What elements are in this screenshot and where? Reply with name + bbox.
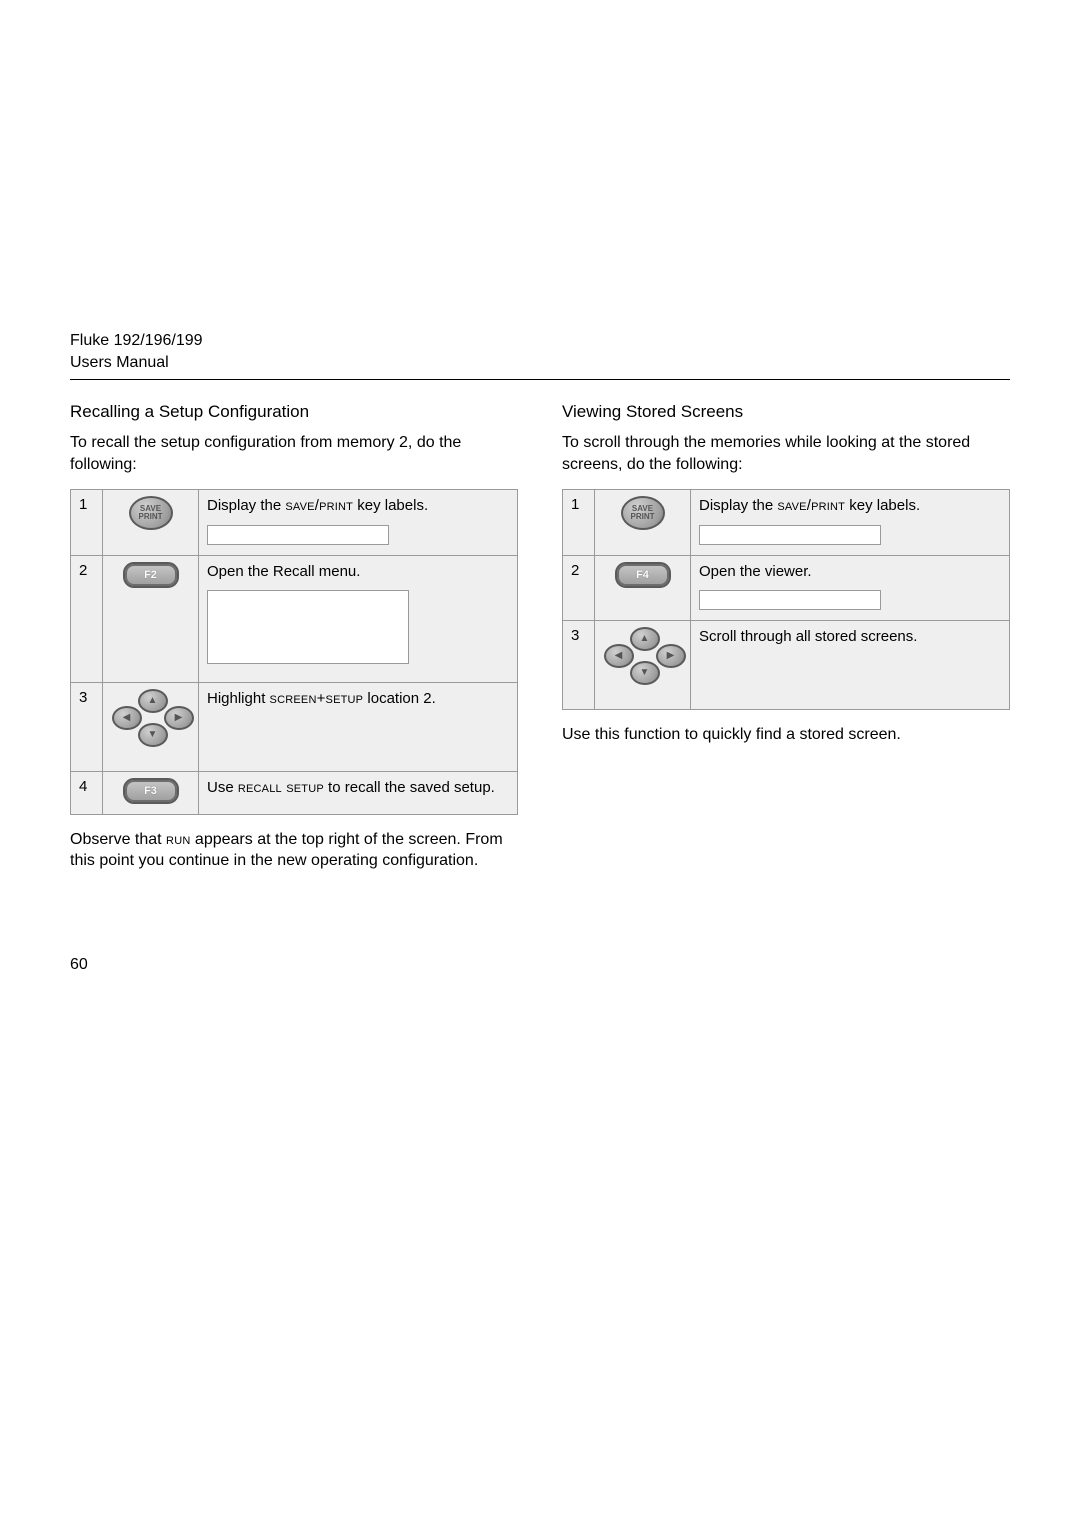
arrow-up-icon: ▲ [630,627,660,651]
arrow-right-icon: ▶ [164,706,194,730]
arrow-pad-icon: ▲ ◀ ▶ ▼ [112,689,190,743]
table-row: 3 ▲ ◀ ▶ ▼ Highlight screen+setup locatio… [71,682,518,771]
save-print-key-icon: SAVE PRINT [621,496,665,530]
recall-menu-placeholder [207,590,409,664]
table-row: 1 SAVE PRINT Display the save/print key … [71,490,518,555]
arrow-down-icon: ▼ [630,661,660,685]
right-note: Use this function to quickly find a stor… [562,724,1010,746]
step-number: 1 [79,496,87,513]
left-intro: To recall the setup configuration from m… [70,432,518,475]
arrow-pad-icon: ▲ ◀ ▶ ▼ [604,627,682,681]
page-number: 60 [70,956,1010,974]
left-section-title: Recalling a Setup Configuration [70,402,518,422]
f3-key-icon: F3 [123,778,179,804]
table-row: 3 ▲ ◀ ▶ ▼ Scroll through all stored scre… [563,620,1010,709]
two-column-layout: Recalling a Setup Configuration To recal… [70,398,1010,886]
page-header: Fluke 192/196/199 Users Manual [70,330,1010,373]
f4-key-icon: F4 [615,562,671,588]
left-steps-table: 1 SAVE PRINT Display the save/print key … [70,489,518,814]
arrow-up-icon: ▲ [138,689,168,713]
step-number: 3 [571,627,579,644]
right-section-title: Viewing Stored Screens [562,402,1010,422]
f2-key-icon: F2 [123,562,179,588]
step-description: Display the save/print key labels. [699,497,920,514]
right-intro: To scroll through the memories while loo… [562,432,1010,475]
step-number: 3 [79,689,87,706]
header-line-1: Fluke 192/196/199 [70,330,1010,352]
left-observe-note: Observe that run appears at the top righ… [70,829,518,872]
viewer-placeholder [699,590,881,610]
right-column: Viewing Stored Screens To scroll through… [562,398,1010,886]
step-description: Use recall setup to recall the saved set… [207,779,495,796]
header-rule [70,379,1010,380]
arrow-down-icon: ▼ [138,723,168,747]
table-row: 4 F3 Use recall setup to recall the save… [71,771,518,814]
table-row: 2 F4 Open the viewer. [563,555,1010,620]
save-menu-placeholder [207,525,389,545]
manual-page: Fluke 192/196/199 Users Manual Recalling… [0,0,1080,1034]
left-column: Recalling a Setup Configuration To recal… [70,398,518,886]
step-description: Display the save/print key labels. [207,497,428,514]
save-print-key-icon: SAVE PRINT [129,496,173,530]
step-description: Highlight screen+setup location 2. [207,690,436,707]
table-row: 2 F2 Open the Recall menu. [71,555,518,682]
save-menu-placeholder [699,525,881,545]
step-description: Scroll through all stored screens. [699,628,917,645]
step-number: 1 [571,496,579,513]
step-description: Open the viewer. [699,563,812,580]
right-steps-table: 1 SAVE PRINT Display the save/print key … [562,489,1010,710]
arrow-left-icon: ◀ [604,644,634,668]
table-row: 1 SAVE PRINT Display the save/print key … [563,490,1010,555]
step-number: 2 [571,562,579,579]
step-number: 2 [79,562,87,579]
step-number: 4 [79,778,87,795]
step-description: Open the Recall menu. [207,563,360,580]
arrow-left-icon: ◀ [112,706,142,730]
arrow-right-icon: ▶ [656,644,686,668]
header-line-2: Users Manual [70,352,1010,374]
